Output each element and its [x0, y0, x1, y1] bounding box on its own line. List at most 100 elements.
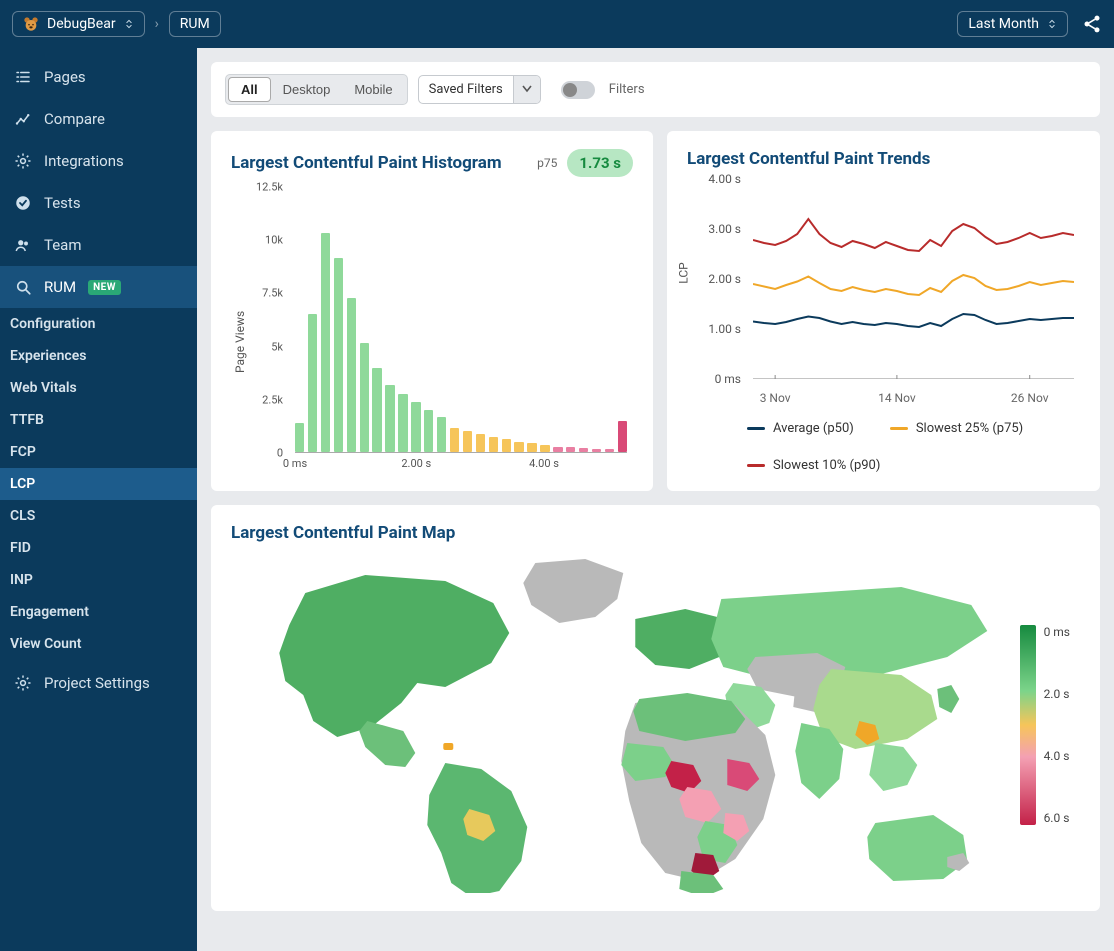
histogram-bar	[514, 442, 523, 452]
filters-toggle[interactable]	[561, 81, 595, 99]
sidebar-item-tests[interactable]: Tests	[0, 182, 197, 224]
sidebar-item-label: Tests	[44, 194, 81, 212]
trends-plot: LCP 0 ms1.00 s2.00 s3.00 s4.00 s 3 Nov14…	[687, 179, 1080, 409]
histogram-bar	[553, 447, 562, 452]
project-settings-label: Project Settings	[44, 674, 150, 692]
histogram-bar	[463, 431, 472, 452]
histogram-bar	[592, 449, 601, 452]
trend-line-p75	[753, 275, 1074, 295]
segment-mobile[interactable]: Mobile	[342, 77, 404, 102]
histogram-xtick: 0 ms	[283, 457, 307, 470]
trends-ytick: 0 ms	[715, 372, 741, 386]
segment-desktop[interactable]: Desktop	[271, 77, 343, 102]
sidebar-item-team[interactable]: Team	[0, 224, 197, 266]
histogram-bar	[476, 434, 485, 452]
histogram-bar	[605, 449, 614, 452]
histogram-bar	[308, 314, 317, 452]
sidebar-item-ttfb[interactable]: TTFB	[0, 404, 197, 436]
histogram-title: Largest Contentful Paint Histogram	[231, 153, 502, 173]
sidebar-item-compare[interactable]: Compare	[0, 98, 197, 140]
map-scale-label: 2.0 s	[1044, 687, 1070, 701]
sidebar-item-view-count[interactable]: View Count	[0, 628, 197, 660]
histogram-ytick: 10k	[265, 234, 283, 247]
trends-xtick: 3 Nov	[760, 391, 791, 405]
updown-icon	[1047, 19, 1057, 29]
sidebar-item-inp[interactable]: INP	[0, 564, 197, 596]
gear-icon	[14, 674, 32, 692]
saved-filters-label: Saved Filters	[419, 77, 513, 102]
histogram-card: Largest Contentful Paint Histogram p75 1…	[211, 131, 653, 491]
period-picker[interactable]: Last Month	[957, 11, 1068, 37]
histogram-ytick: 12.5k	[256, 181, 283, 194]
histogram-ytick: 2.5k	[262, 393, 283, 406]
chart-icon	[14, 110, 32, 128]
bear-icon	[23, 16, 39, 32]
sidebar-item-cls[interactable]: CLS	[0, 500, 197, 532]
histogram-bar	[618, 421, 627, 452]
sidebar-item-integrations[interactable]: Integrations	[0, 140, 197, 182]
sidebar-item-lcp[interactable]: LCP	[0, 468, 197, 500]
saved-filters-dropdown[interactable]: Saved Filters	[418, 75, 541, 104]
histogram-xtick: 4.00 s	[529, 457, 559, 470]
legend-p90: Slowest 10% (p90)	[747, 458, 880, 473]
sidebar-item-label: Integrations	[44, 152, 124, 170]
project-picker[interactable]: DebugBear	[12, 11, 145, 37]
sidebar: PagesCompareIntegrationsTestsTeamRUMNEW …	[0, 48, 197, 951]
sidebar-item-fid[interactable]: FID	[0, 532, 197, 564]
sidebar-item-label: CLS	[10, 508, 35, 524]
sidebar-item-fcp[interactable]: FCP	[0, 436, 197, 468]
check-icon	[14, 194, 32, 212]
trends-xtick: 14 Nov	[878, 391, 916, 405]
breadcrumb-separator: ›	[155, 16, 159, 32]
sidebar-item-label: FCP	[10, 444, 36, 460]
histogram-bar	[566, 447, 575, 452]
filters-label: Filters	[609, 82, 645, 97]
trends-card: Largest Contentful Paint Trends LCP 0 ms…	[667, 131, 1100, 491]
histogram-bar	[424, 410, 433, 452]
histogram-bar	[360, 343, 369, 452]
device-segment: AllDesktopMobile	[225, 74, 408, 105]
period-label: Last Month	[968, 16, 1039, 32]
sidebar-item-pages[interactable]: Pages	[0, 56, 197, 98]
breadcrumb-rum[interactable]: RUM	[169, 11, 221, 37]
histogram-bar	[489, 437, 498, 452]
trends-ytick: 1.00 s	[708, 322, 741, 336]
trends-title: Largest Contentful Paint Trends	[687, 149, 930, 169]
sidebar-sub: ConfigurationExperiences Web Vitals TTFB FC…	[0, 308, 197, 660]
sidebar-item-project-settings[interactable]: Project Settings	[0, 662, 197, 704]
sidebar-item-label: View Count	[10, 636, 82, 652]
sidebar-item-engagement[interactable]: Engagement	[0, 596, 197, 628]
histogram-bar	[398, 394, 407, 452]
sidebar-main: Pages Compare Integrations Tests TeamRUMNEW	[0, 56, 197, 308]
trends-legend: Average (p50) Slowest 25% (p75) Slowest …	[687, 417, 1080, 473]
histogram-bar	[450, 428, 459, 452]
updown-icon	[124, 19, 134, 29]
project-name: DebugBear	[47, 16, 116, 32]
sidebar-item-web-vitals[interactable]: Web Vitals	[0, 372, 197, 404]
trends-ytick: 4.00 s	[708, 172, 741, 186]
sidebar-item-rum[interactable]: RUMNEW	[0, 266, 197, 308]
chevron-down-icon[interactable]	[513, 76, 540, 103]
trends-xtick: 26 Nov	[1011, 391, 1049, 405]
sidebar-item-experiences[interactable]: Experiences	[0, 340, 197, 372]
histogram-bar	[527, 443, 536, 452]
trend-line-p90	[753, 219, 1074, 251]
map-scale-bar	[1020, 625, 1036, 825]
new-badge: NEW	[88, 280, 121, 295]
sidebar-item-label: LCP	[10, 476, 35, 492]
sidebar-item-label: INP	[10, 572, 33, 588]
map-scale-label: 4.0 s	[1044, 749, 1070, 763]
sidebar-item-label: Pages	[44, 68, 86, 86]
histogram-bar	[295, 423, 304, 452]
sidebar-item-label: Web Vitals	[10, 380, 77, 396]
map-scale-label: 0 ms	[1044, 625, 1070, 639]
histogram-bar	[579, 448, 588, 452]
map-scale-label: 6.0 s	[1044, 811, 1070, 825]
histogram-ytick: 7.5k	[262, 287, 283, 300]
sidebar-item-configuration[interactable]: Configuration	[0, 308, 197, 340]
people-icon	[14, 236, 32, 254]
histogram-bar	[411, 402, 420, 452]
share-icon[interactable]	[1082, 14, 1102, 34]
metric-value-badge: 1.73 s	[567, 149, 633, 177]
segment-all[interactable]: All	[228, 77, 271, 102]
